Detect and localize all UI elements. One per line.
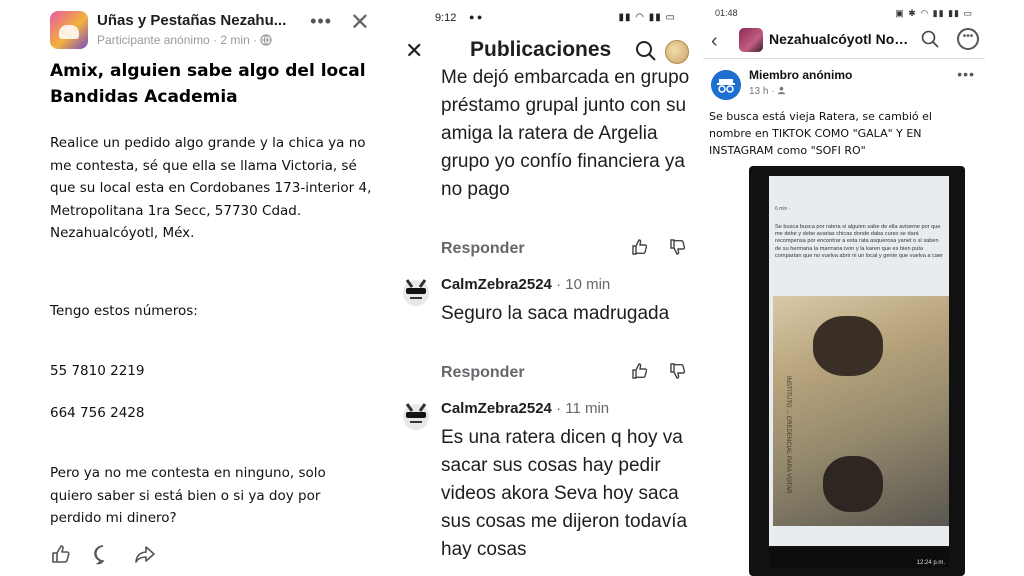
downvote-icon[interactable] <box>669 238 687 256</box>
status-time: 01:48 <box>715 8 738 18</box>
post-body: Amix, alguien sabe algo del local Bandid… <box>50 58 380 526</box>
comment-author[interactable]: CalmZebra2524 · 11 min <box>441 400 609 417</box>
screenshot-clock: 12:24 p.m. <box>916 560 945 566</box>
comments-panel: 9:12 ● ● ▮▮ ◠ ▮▮ ▭ ✕ Publicaciones Me de… <box>395 0 700 576</box>
username[interactable]: CalmZebra2524 <box>441 276 552 293</box>
post-time: · 2 min · <box>213 33 258 47</box>
group-name[interactable]: Uñas y Pestañas Nezahu... <box>97 12 297 29</box>
status-time: 9:12 <box>435 12 457 24</box>
share-icon[interactable] <box>134 543 156 565</box>
post-panel-3: 01:48 ▣ ✱ ◠ ▮▮ ▮▮ ▭ ‹ Nezahualcóyotl Not… <box>703 0 985 576</box>
notification-icons: ● ● <box>469 12 483 22</box>
signal-icons: ▮▮ ◠ ▮▮ ▭ <box>618 12 676 23</box>
close-icon[interactable]: ✕ <box>405 38 423 64</box>
post-title: Amix, alguien sabe algo del local Bandid… <box>50 61 366 107</box>
anonymous-avatar-icon <box>711 70 741 100</box>
screenshot-meta: 6 min · <box>775 206 791 212</box>
more-options-icon[interactable]: ••• <box>310 11 332 32</box>
username[interactable]: CalmZebra2524 <box>441 400 552 417</box>
profile-avatar[interactable] <box>665 40 689 64</box>
status-bar: 9:12 ● ● ▮▮ ◠ ▮▮ ▭ <box>435 12 690 26</box>
author-name: Participante anónimo <box>97 33 210 47</box>
group-avatar[interactable] <box>739 28 763 52</box>
comment-text: Seguro la saca madrugada <box>441 303 670 324</box>
id-card-image: INSTITUTO ... CREDENCIAL PARA VOTAR <box>773 296 949 526</box>
comment-time: · 10 min <box>556 276 611 293</box>
group-avatar[interactable] <box>50 11 88 49</box>
post-time-text: 13 h · <box>749 86 775 97</box>
post-panel-1: Uñas y Pestañas Nezahu... Participante a… <box>36 0 390 576</box>
user-avatar[interactable] <box>401 398 431 432</box>
phone-nav-bar: 12:24 p.m. <box>769 548 949 568</box>
group-icon <box>778 86 786 95</box>
globe-icon <box>260 34 273 46</box>
back-arrow-icon[interactable]: ‹ <box>711 30 718 53</box>
search-icon[interactable] <box>921 30 939 48</box>
post-paragraph: Pero ya no me contesta en ninguno, solo … <box>50 465 326 526</box>
status-bar: 01:48 ▣ ✱ ◠ ▮▮ ▮▮ ▭ <box>711 6 979 20</box>
screenshot-image: 6 min · Se busca busca por ratera si alg… <box>769 176 949 546</box>
post-paragraph: Realice un pedido algo grande y la chica… <box>50 135 372 241</box>
screenshot-text: Se busca busca por ratera si alguien sab… <box>775 224 943 259</box>
upvote-icon[interactable] <box>631 238 649 256</box>
like-icon[interactable] <box>50 543 72 565</box>
upvote-icon[interactable] <box>631 362 649 380</box>
divider <box>703 58 985 59</box>
more-options-icon[interactable]: ••• <box>957 66 975 82</box>
comment-author[interactable]: CalmZebra2524 · 10 min <box>441 276 610 293</box>
close-icon[interactable]: ✕ <box>350 8 370 37</box>
post-header: Uñas y Pestañas Nezahu... Participante a… <box>50 8 380 54</box>
post-photo[interactable]: 6 min · Se busca busca por ratera si alg… <box>749 166 965 576</box>
reply-button[interactable]: Responder <box>441 364 525 382</box>
author-name[interactable]: Miembro anónimo <box>749 68 852 82</box>
search-icon[interactable] <box>635 40 657 62</box>
post-paragraph: Tengo estos números: <box>50 303 198 319</box>
reply-button[interactable]: Responder <box>441 240 525 258</box>
id-photo <box>823 456 883 512</box>
id-card-label: INSTITUTO ... CREDENCIAL PARA VOTAR <box>785 376 791 494</box>
post-meta: Participante anónimo · 2 min · <box>97 33 273 47</box>
phone-number: 55 7810 2219 <box>50 363 145 379</box>
group-name[interactable]: Nezahualcóyotl Not... <box>769 31 909 47</box>
post-time: 13 h · <box>749 86 786 97</box>
page-title: Publicaciones <box>470 38 612 61</box>
post-text: Se busca está vieja Ratera, se cambió el… <box>709 110 932 157</box>
phone-number: 664 756 2428 <box>50 405 145 421</box>
comment-time: · 11 min <box>556 400 610 417</box>
more-options-icon[interactable]: ••• <box>957 28 979 50</box>
comment-text: Me dejó embarcada en grupo préstamo grup… <box>441 67 690 200</box>
user-avatar[interactable] <box>401 274 431 308</box>
comment-text: Es una ratera dicen q hoy va sacar sus c… <box>441 427 688 560</box>
id-photo <box>813 316 883 376</box>
signal-icons: ▣ ✱ ◠ ▮▮ ▮▮ ▭ <box>895 8 973 18</box>
downvote-icon[interactable] <box>669 362 687 380</box>
comment-icon[interactable] <box>92 543 114 565</box>
